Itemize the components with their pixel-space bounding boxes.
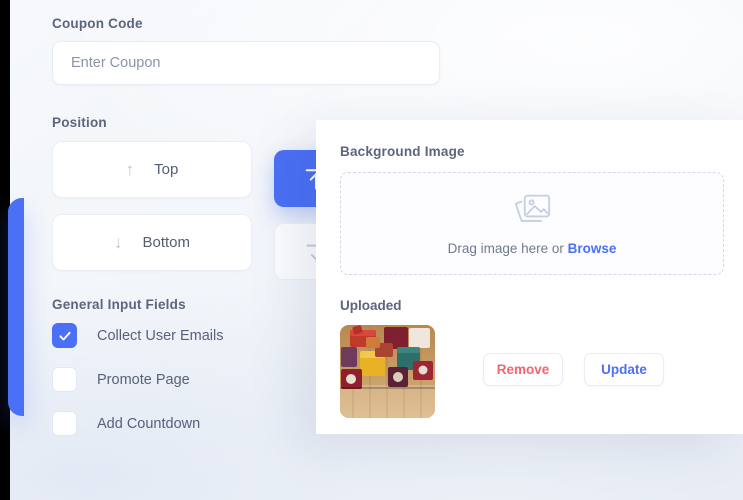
background-image-modal: Background Image Drag image here or Brow…: [316, 120, 743, 434]
image-placeholder-icon: [514, 194, 551, 222]
thumbnail-actions: Remove Update: [483, 353, 664, 386]
arrow-up-icon: ↑: [125, 160, 135, 179]
uploaded-label: Uploaded: [340, 298, 402, 313]
side-panel-peek[interactable]: [8, 198, 24, 416]
coupon-code-label: Coupon Code: [52, 16, 143, 31]
uploaded-image-thumbnail[interactable]: [340, 325, 435, 418]
coupon-field-group: Coupon Code Enter Coupon: [52, 16, 440, 85]
checkbox-label-promote-page: Promote Page: [97, 371, 190, 388]
position-option-top[interactable]: ↑ Top: [52, 141, 252, 198]
checkbox-add-countdown[interactable]: [52, 411, 77, 436]
dropzone-hint: Drag image here or: [447, 240, 568, 256]
position-option-bottom[interactable]: ↓ Bottom: [52, 214, 252, 271]
image-dropzone[interactable]: Drag image here or Browse: [340, 172, 724, 275]
position-option-bottom-label: Bottom: [142, 234, 191, 251]
checkbox-label-add-countdown: Add Countdown: [97, 415, 201, 432]
dropzone-text: Drag image here or Browse: [448, 241, 617, 256]
coupon-input[interactable]: Enter Coupon: [52, 41, 440, 85]
uploaded-item-row: Remove Update: [340, 325, 719, 418]
checkbox-collect-user-emails[interactable]: [52, 323, 77, 348]
remove-button[interactable]: Remove: [483, 353, 563, 386]
position-option-top-label: Top: [154, 161, 179, 178]
thumbnail-artwork: [340, 325, 435, 418]
checkbox-label-collect-user-emails: Collect User Emails: [97, 327, 224, 344]
app-stage: Coupon Code Enter Coupon Position ↑ Top …: [0, 0, 743, 500]
background-image-label: Background Image: [340, 144, 465, 159]
arrow-down-icon: ↓: [113, 233, 123, 252]
browse-link[interactable]: Browse: [568, 241, 617, 256]
checkbox-promote-page[interactable]: [52, 367, 77, 392]
update-button[interactable]: Update: [584, 353, 664, 386]
check-icon: [58, 331, 71, 340]
coupon-input-placeholder: Enter Coupon: [71, 55, 161, 71]
